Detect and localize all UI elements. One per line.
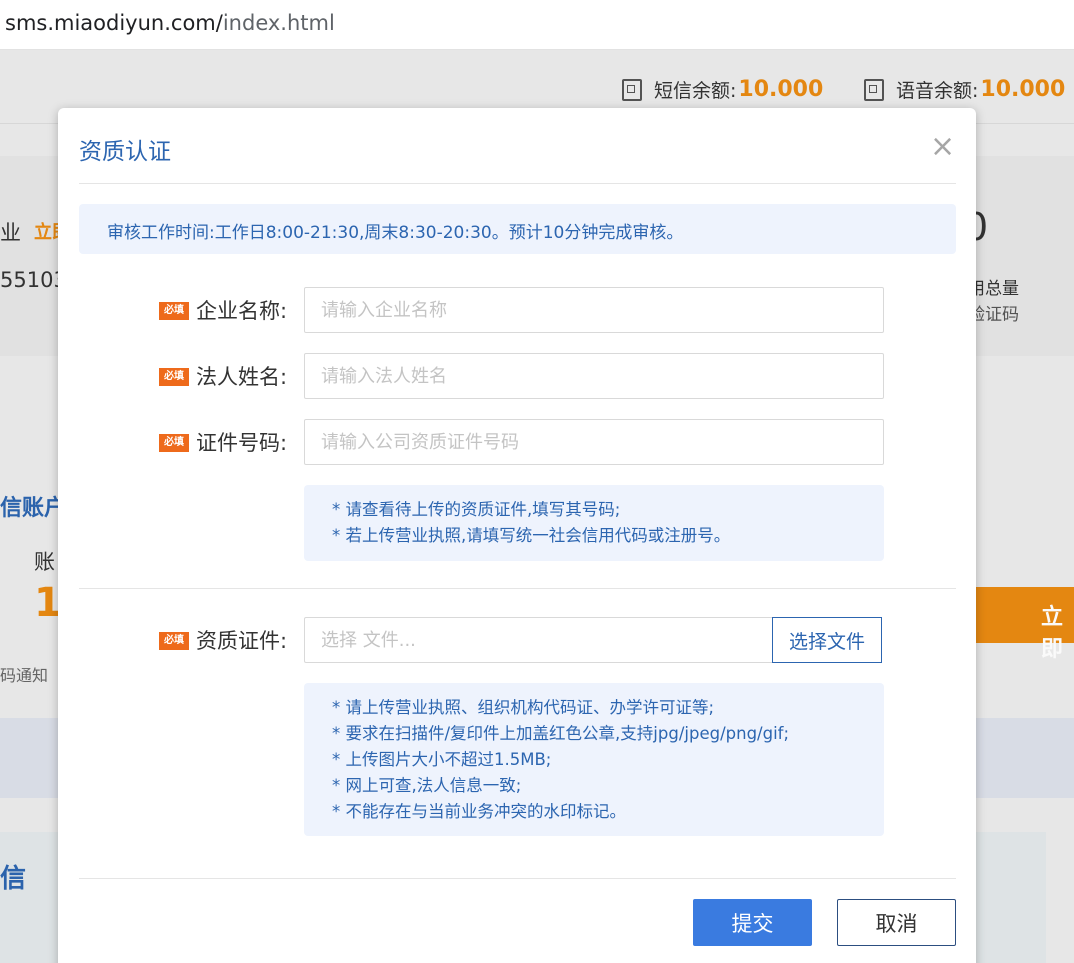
submit-button[interactable]: 提交 — [693, 899, 812, 946]
cert-file-label: 资质证件: — [196, 629, 288, 653]
legal-name-input[interactable] — [304, 353, 884, 399]
required-badge: 必填 — [159, 632, 189, 650]
file-path-input[interactable] — [304, 617, 773, 663]
cert-number-input[interactable] — [304, 419, 884, 465]
legal-name-label: 法人姓名: — [196, 365, 288, 389]
cert-number-row: 必填 证件号码: — [58, 419, 976, 465]
hint-line: * 请查看待上传的资质证件,填写其号码; — [332, 500, 621, 519]
hint-line: * 若上传营业执照,请填写统一社会信用代码或注册号。 — [332, 526, 731, 545]
cert-file-row: 必填 资质证件: 选择 文件 — [58, 617, 976, 663]
hint-line: * 网上可查,法人信息一致; — [332, 776, 522, 795]
choose-file-button[interactable]: 选择文件 — [772, 617, 882, 663]
required-badge: 必填 — [159, 434, 189, 452]
file-upload-hint: * 请上传营业执照、组织机构代码证、办学许可证等; * 要求在扫描件/复印件上加… — [304, 683, 884, 836]
dialog-title: 资质认证 — [79, 139, 171, 165]
company-name-label: 企业名称: — [196, 299, 288, 323]
review-time-notice: 审核工作时间:工作日8:00-21:30,周末8:30-20:30。预计10分钟… — [79, 204, 956, 254]
cert-number-label: 证件号码: — [196, 431, 288, 455]
company-name-input[interactable] — [304, 287, 884, 333]
browser-address-bar[interactable]: sms.miaodiyun.com/index.html — [0, 0, 1074, 50]
qualification-dialog: 资质认证 × 审核工作时间:工作日8:00-21:30,周末8:30-20:30… — [58, 108, 976, 963]
footer-divider — [79, 878, 956, 879]
close-icon[interactable]: × — [930, 132, 955, 162]
hint-line: * 要求在扫描件/复印件上加盖红色公章,支持jpg/jpeg/png/gif; — [332, 724, 790, 743]
header-divider — [79, 183, 956, 184]
cancel-button[interactable]: 取消 — [837, 899, 956, 946]
hint-line: * 不能存在与当前业务冲突的水印标记。 — [332, 802, 626, 821]
hint-line: * 上传图片大小不超过1.5MB; — [332, 750, 552, 769]
legal-name-row: 必填 法人姓名: — [58, 353, 976, 399]
section-divider — [79, 588, 956, 589]
url-text[interactable]: sms.miaodiyun.com/index.html — [5, 11, 335, 35]
required-badge: 必填 — [159, 302, 189, 320]
required-badge: 必填 — [159, 368, 189, 386]
hint-line: * 请上传营业执照、组织机构代码证、办学许可证等; — [332, 698, 715, 717]
cert-number-hint: * 请查看待上传的资质证件,填写其号码; * 若上传营业执照,请填写统一社会信用… — [304, 485, 884, 561]
company-name-row: 必填 企业名称: — [58, 287, 976, 333]
